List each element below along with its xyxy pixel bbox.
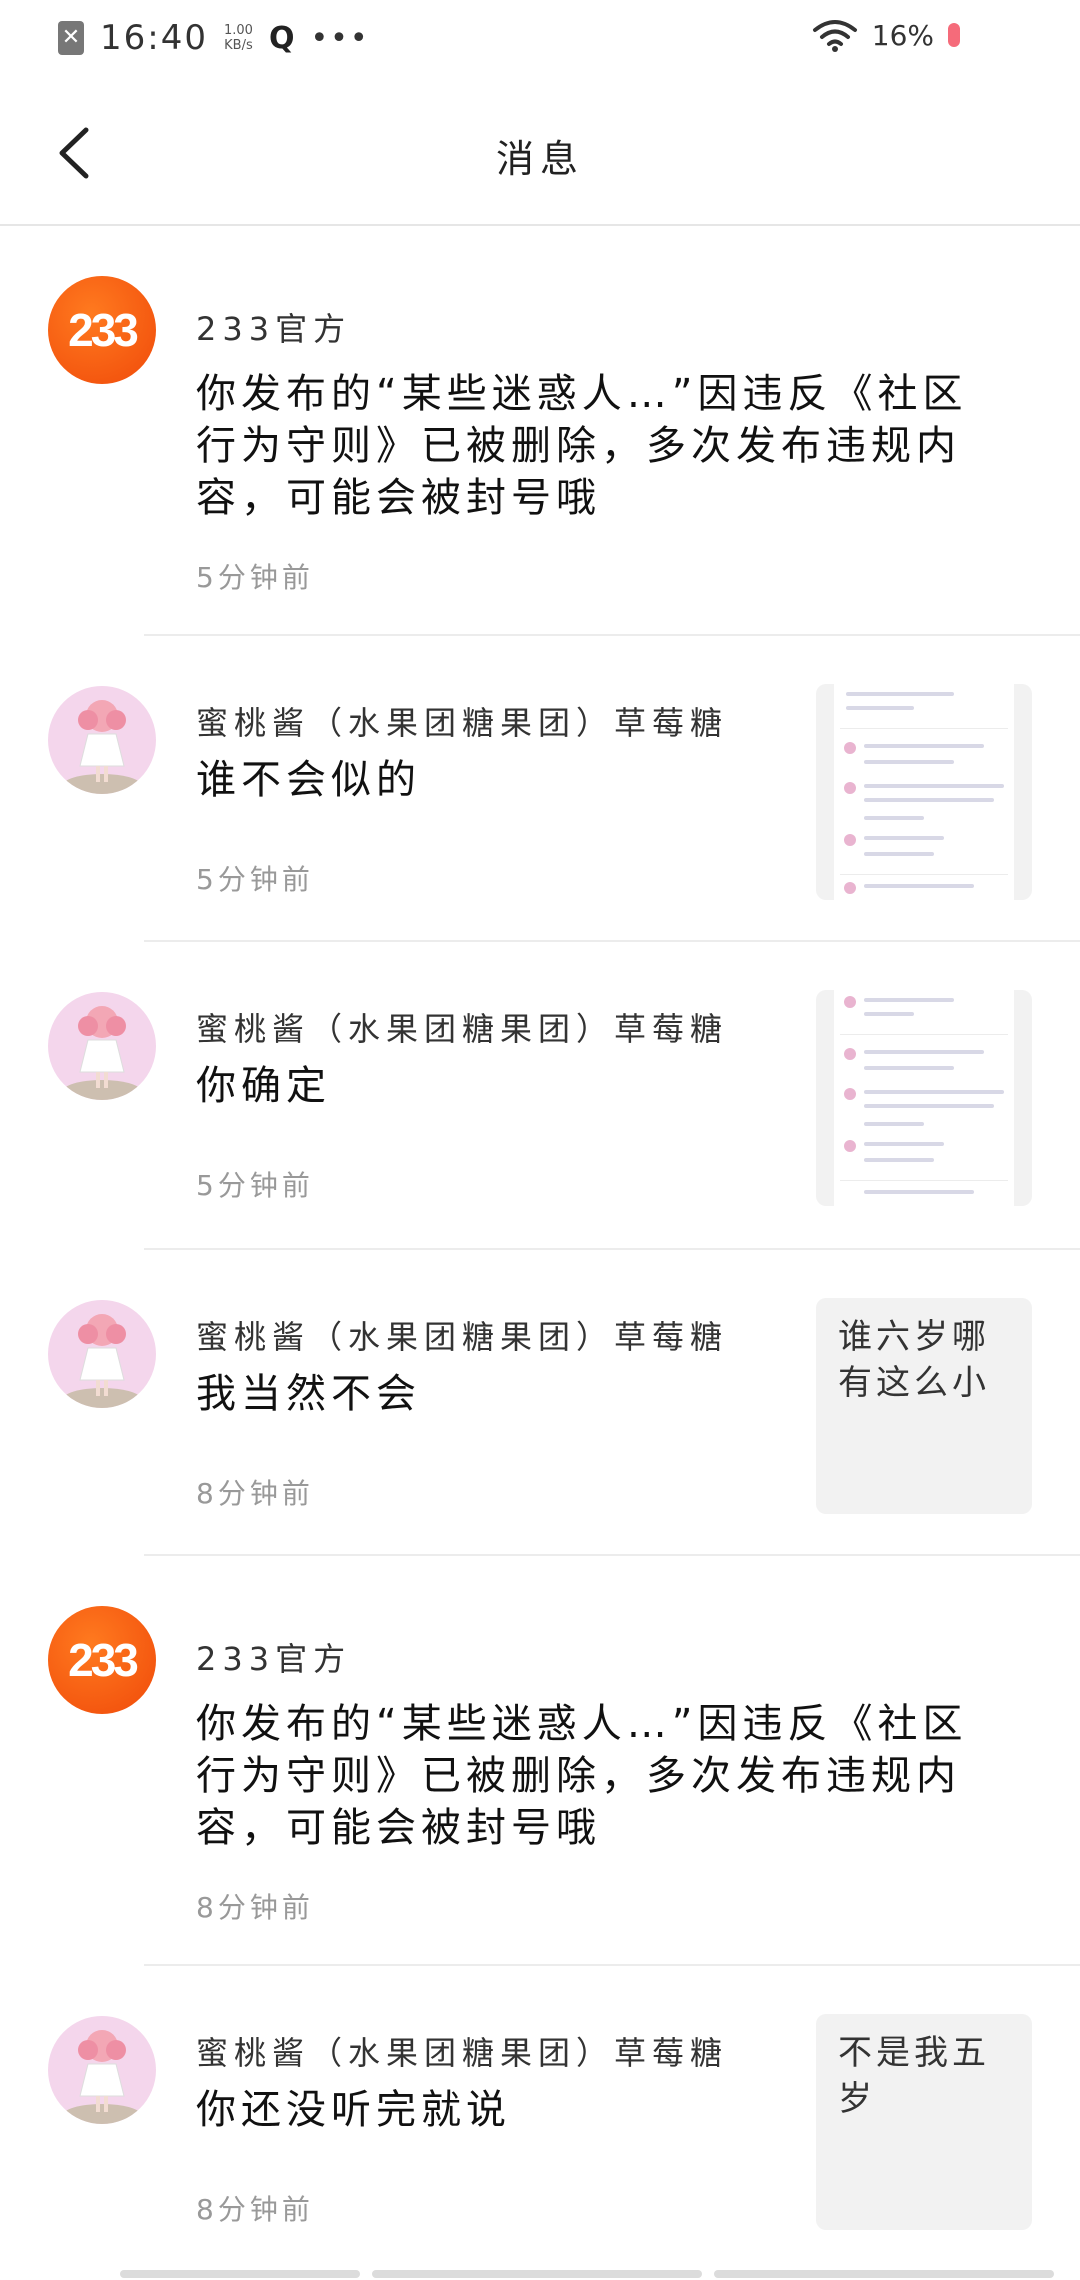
battery-icon xyxy=(948,23,960,47)
message-sender: 蜜桃酱（水果团糖果团）草莓糖 xyxy=(196,1010,729,1048)
quoted-comment-thumbnail[interactable]: 谁六岁哪有这么小 xyxy=(816,1298,1032,1514)
message-item[interactable]: 蜜桃酱（水果团糖果团）草莓糖 你确定 5分钟前 xyxy=(0,942,1080,1250)
app-notification-icon: Q xyxy=(268,20,295,56)
message-content: 你发布的“某些迷惑人…”因违反《社区行为守则》已被删除，多次发布违规内容，可能会… xyxy=(196,371,968,521)
message-time: 8分钟前 xyxy=(196,1891,314,1924)
screenshot-preview xyxy=(834,684,1014,900)
message-list: 233 233官方 你发布的“某些迷惑人…”因违反《社区行为守则》已被删除，多次… xyxy=(0,226,1080,2272)
bottom-scroll-indicator xyxy=(0,2270,1080,2280)
quoted-comment-text: 谁六岁哪有这么小 xyxy=(838,1317,990,1403)
avatar-girl-icon xyxy=(62,700,142,794)
avatar-girl-icon xyxy=(62,1314,142,1408)
message-sender: 蜜桃酱（水果团糖果团）草莓糖 xyxy=(196,2034,729,2072)
message-time: 8分钟前 xyxy=(196,1477,314,1510)
status-bar: ✕ 16:40 1.00 KB/s Q ••• 16% xyxy=(0,0,1080,82)
avatar-girl-icon xyxy=(62,1006,142,1100)
network-speed-value: 1.00 xyxy=(223,23,253,38)
message-item[interactable]: 蜜桃酱（水果团糖果团）草莓糖 谁不会似的 5分钟前 xyxy=(0,636,1080,942)
message-content: 你发布的“某些迷惑人…”因违反《社区行为守则》已被删除，多次发布违规内容，可能会… xyxy=(196,1701,968,1851)
status-bar-right: 16% xyxy=(812,18,960,52)
message-sender: 蜜桃酱（水果团糖果团）草莓糖 xyxy=(196,1318,729,1356)
quoted-comment-thumbnail[interactable]: 不是我五岁 xyxy=(816,2014,1032,2230)
message-sender: 蜜桃酱（水果团糖果团）草莓糖 xyxy=(196,704,729,742)
page-title: 消息 xyxy=(495,137,584,181)
message-sender: 233官方 xyxy=(196,310,352,348)
wifi-icon xyxy=(812,20,857,52)
avatar-girl-icon xyxy=(62,2030,142,2124)
message-time: 8分钟前 xyxy=(196,2193,314,2226)
user-avatar[interactable] xyxy=(48,686,156,794)
user-avatar[interactable] xyxy=(48,2016,156,2124)
nav-bar: 消息 xyxy=(0,82,1080,226)
scroll-segment xyxy=(714,2270,1054,2278)
scroll-segment xyxy=(372,2270,702,2278)
message-time: 5分钟前 xyxy=(196,561,314,594)
network-speed: 1.00 KB/s xyxy=(224,23,253,53)
battery-percent: 16% xyxy=(871,18,934,52)
scroll-segment xyxy=(120,2270,360,2278)
notification-close-icon: ✕ xyxy=(58,21,84,55)
message-item[interactable]: 蜜桃酱（水果团糖果团）草莓糖 你还没听完就说 8分钟前 不是我五岁 xyxy=(0,1966,1080,2272)
screenshot-preview xyxy=(834,990,1014,1206)
message-time: 5分钟前 xyxy=(196,863,314,896)
status-bar-left: ✕ 16:40 1.00 KB/s Q ••• xyxy=(58,18,370,58)
post-screenshot-thumbnail[interactable] xyxy=(816,990,1032,1206)
quoted-comment-text: 不是我五岁 xyxy=(838,2033,990,2119)
post-screenshot-thumbnail[interactable] xyxy=(816,684,1032,900)
message-item[interactable]: 233 233官方 你发布的“某些迷惑人…”因违反《社区行为守则》已被删除，多次… xyxy=(0,226,1080,636)
message-item[interactable]: 蜜桃酱（水果团糖果团）草莓糖 我当然不会 8分钟前 谁六岁哪有这么小 xyxy=(0,1250,1080,1556)
message-sender: 233官方 xyxy=(196,1640,352,1678)
user-avatar[interactable] xyxy=(48,1300,156,1408)
official-233-avatar[interactable]: 233 xyxy=(48,1606,156,1714)
more-notifications-icon: ••• xyxy=(310,20,370,56)
message-time: 5分钟前 xyxy=(196,1169,314,1202)
user-avatar[interactable] xyxy=(48,992,156,1100)
official-233-avatar[interactable]: 233 xyxy=(48,276,156,384)
message-item[interactable]: 233 233官方 你发布的“某些迷惑人…”因违反《社区行为守则》已被删除，多次… xyxy=(0,1556,1080,1966)
network-speed-unit: KB/s xyxy=(224,38,253,53)
status-time: 16:40 xyxy=(100,18,208,58)
